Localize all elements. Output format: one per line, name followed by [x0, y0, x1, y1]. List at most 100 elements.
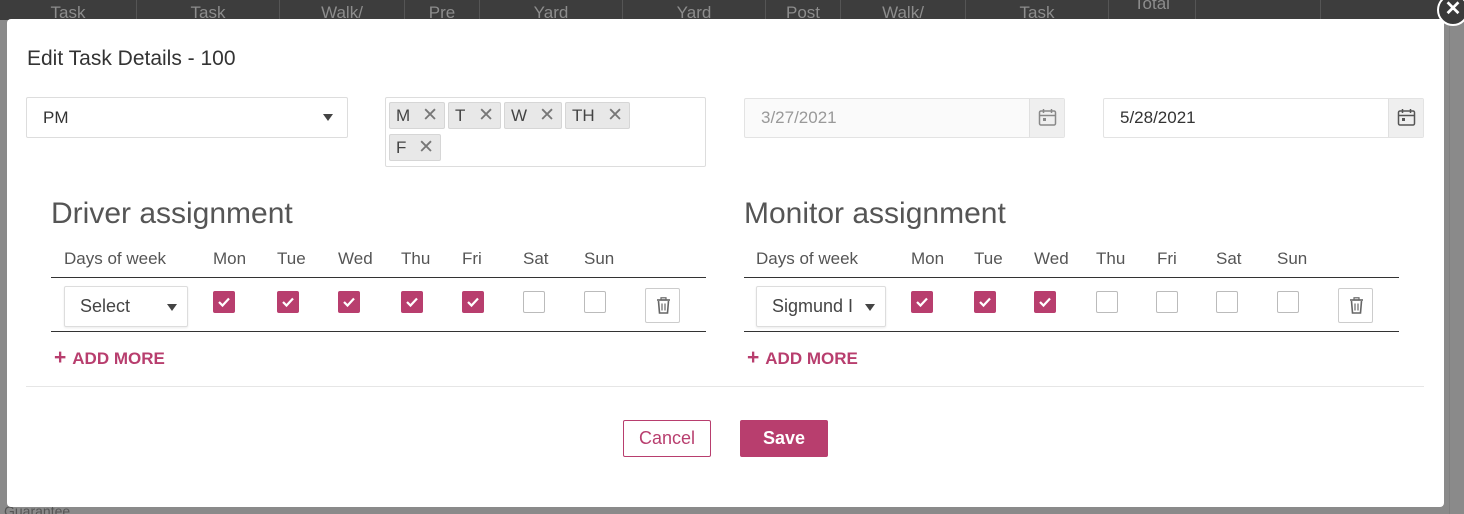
- day-tag: M ✕: [389, 102, 445, 129]
- check-icon: [979, 297, 991, 308]
- day-tag-label: T: [455, 106, 466, 125]
- monitor-header-sat: Sat: [1216, 249, 1242, 268]
- driver-header-sat: Sat: [523, 249, 549, 268]
- footer-divider: [26, 386, 1424, 387]
- monitor-header-rule: [744, 277, 1399, 278]
- monitor-header-tue: Tue: [974, 249, 1003, 268]
- driver-assignment-title: Driver assignment: [51, 197, 293, 230]
- bg-col-7: Post: [766, 0, 841, 20]
- driver-sat-checkbox[interactable]: [523, 291, 545, 313]
- driver-header-thu: Thu: [401, 249, 431, 268]
- chevron-down-icon: [865, 304, 875, 311]
- driver-delete-button[interactable]: [645, 288, 680, 323]
- modal-title: Edit Task Details - 100: [27, 47, 236, 70]
- monitor-tue-checkbox[interactable]: [974, 291, 996, 313]
- driver-select[interactable]: Select: [64, 286, 188, 327]
- start-date-field[interactable]: 3/27/2021: [744, 98, 1065, 138]
- monitor-header-thu: Thu: [1096, 249, 1126, 268]
- day-tag: TH ✕: [565, 102, 630, 129]
- trash-icon: [1350, 297, 1363, 314]
- monitor-select[interactable]: Sigmund I: [756, 286, 886, 327]
- day-tag-label: M: [396, 106, 411, 125]
- bg-col-6: Yard: [623, 0, 766, 20]
- check-icon: [218, 297, 230, 308]
- day-tag: T ✕: [448, 102, 501, 129]
- driver-fri-checkbox[interactable]: [462, 291, 484, 313]
- driver-thu-checkbox[interactable]: [401, 291, 423, 313]
- monitor-fri-checkbox[interactable]: [1156, 291, 1178, 313]
- cancel-button[interactable]: Cancel: [623, 420, 711, 457]
- remove-tag-icon[interactable]: ✕: [539, 103, 555, 128]
- monitor-header-mon: Mon: [911, 249, 945, 268]
- monitor-assignment-title: Monitor assignment: [744, 197, 1006, 230]
- monitor-header-days-of-week: Days of week: [756, 249, 859, 268]
- driver-sun-checkbox[interactable]: [584, 291, 606, 313]
- monitor-row-rule: [744, 331, 1399, 332]
- calendar-icon[interactable]: [1029, 99, 1064, 137]
- start-date-value: 3/27/2021: [761, 108, 837, 127]
- driver-add-more-button[interactable]: + ADD MORE: [54, 346, 165, 370]
- driver-header-sun: Sun: [584, 249, 615, 268]
- bg-col-2: Task: [137, 0, 280, 20]
- check-icon: [916, 297, 928, 308]
- end-date-value: 5/28/2021: [1120, 108, 1196, 127]
- day-tag-label: W: [511, 106, 528, 125]
- driver-header-rule: [51, 277, 706, 278]
- check-icon: [467, 297, 479, 308]
- day-tag-label: F: [396, 138, 407, 157]
- trash-icon: [657, 297, 670, 314]
- end-date-field[interactable]: 5/28/2021: [1103, 98, 1424, 138]
- bg-col-9: Task: [966, 0, 1109, 20]
- monitor-header-sun: Sun: [1277, 249, 1308, 268]
- check-icon: [1039, 297, 1051, 308]
- check-icon: [343, 297, 355, 308]
- plus-icon: +: [747, 346, 760, 369]
- day-tag: F ✕: [389, 134, 441, 161]
- monitor-add-more-button[interactable]: + ADD MORE: [747, 346, 858, 370]
- bg-col-10: Total: [1109, 0, 1196, 20]
- driver-tue-checkbox[interactable]: [277, 291, 299, 313]
- save-button[interactable]: Save: [740, 420, 828, 457]
- days-tags-input[interactable]: M ✕ T ✕ W ✕ TH ✕ F ✕: [385, 97, 706, 167]
- day-tag: W ✕: [504, 102, 562, 129]
- check-icon: [406, 297, 418, 308]
- driver-header-fri: Fri: [462, 249, 482, 268]
- period-select-value: PM: [43, 108, 69, 127]
- bg-col-1: Task: [0, 0, 137, 20]
- check-icon: [282, 297, 294, 308]
- driver-header-wed: Wed: [338, 249, 373, 268]
- driver-add-more-label: ADD MORE: [72, 349, 165, 368]
- monitor-add-more-label: ADD MORE: [765, 349, 858, 368]
- monitor-delete-button[interactable]: [1338, 288, 1373, 323]
- remove-tag-icon[interactable]: ✕: [418, 135, 434, 160]
- bg-col-5: Yard: [480, 0, 623, 20]
- plus-icon: +: [54, 346, 67, 369]
- day-tag-label: TH: [572, 106, 595, 125]
- period-select[interactable]: PM: [26, 97, 348, 138]
- bg-col-8: Walk/: [841, 0, 966, 20]
- monitor-sat-checkbox[interactable]: [1216, 291, 1238, 313]
- driver-mon-checkbox[interactable]: [213, 291, 235, 313]
- monitor-sun-checkbox[interactable]: [1277, 291, 1299, 313]
- remove-tag-icon[interactable]: ✕: [607, 103, 623, 128]
- chevron-down-icon: [323, 114, 333, 121]
- driver-header-tue: Tue: [277, 249, 306, 268]
- calendar-icon[interactable]: [1388, 99, 1423, 137]
- background-table-header: Task Task Walk/ Pre Yard Yard Post Walk/…: [0, 0, 1464, 20]
- monitor-wed-checkbox[interactable]: [1034, 291, 1056, 313]
- monitor-thu-checkbox[interactable]: [1096, 291, 1118, 313]
- monitor-header-wed: Wed: [1034, 249, 1069, 268]
- driver-select-value: Select: [80, 296, 131, 316]
- edit-task-modal: Edit Task Details - 100 PM M ✕ T ✕ W ✕ T…: [7, 19, 1444, 507]
- driver-wed-checkbox[interactable]: [338, 291, 360, 313]
- driver-row-rule: [51, 331, 706, 332]
- driver-header-days-of-week: Days of week: [64, 249, 167, 268]
- chevron-down-icon: [167, 304, 177, 311]
- remove-tag-icon[interactable]: ✕: [422, 103, 438, 128]
- bg-col-11: [1196, 0, 1321, 20]
- bg-col-4: Pre: [405, 0, 480, 20]
- monitor-mon-checkbox[interactable]: [911, 291, 933, 313]
- monitor-header-fri: Fri: [1157, 249, 1177, 268]
- remove-tag-icon[interactable]: ✕: [478, 103, 494, 128]
- monitor-select-value: Sigmund I: [772, 296, 854, 316]
